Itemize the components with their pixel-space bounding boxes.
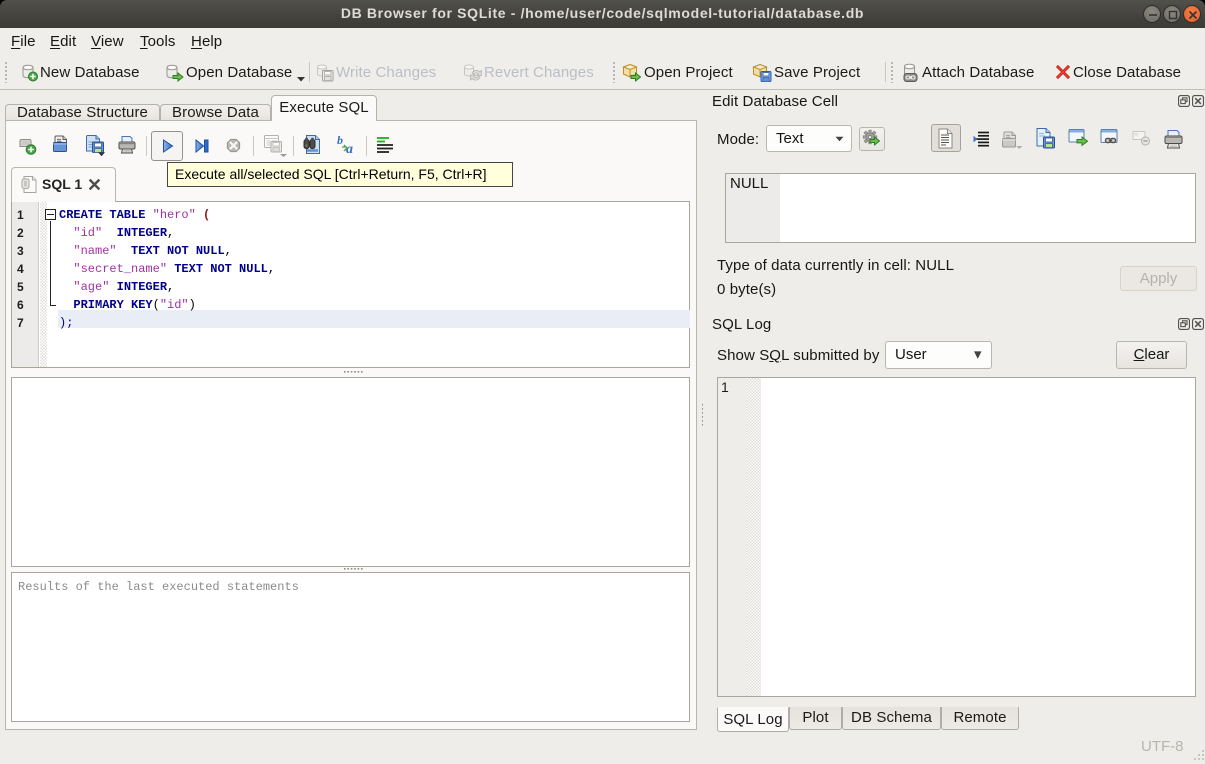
svg-text:b: b	[337, 134, 343, 147]
